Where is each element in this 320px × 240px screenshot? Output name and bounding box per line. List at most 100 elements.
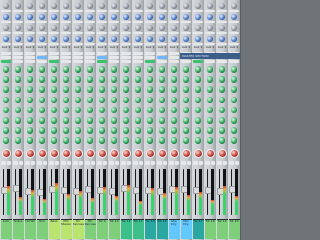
mute-button[interactable]: [73, 161, 78, 165]
aux-button[interactable]: [25, 43, 35, 45]
mute-button[interactable]: [49, 161, 54, 165]
insert-button[interactable]: [121, 56, 131, 60]
aux-button[interactable]: [37, 43, 47, 45]
aux-button[interactable]: [133, 43, 143, 45]
eq-knob[interactable]: [74, 86, 82, 93]
solo-button[interactable]: [114, 161, 119, 165]
aux-button[interactable]: [121, 43, 131, 45]
eq-knob[interactable]: [182, 86, 190, 93]
aux-button[interactable]: [61, 32, 71, 34]
aux-send-knob[interactable]: [27, 25, 33, 31]
aux-send-knob[interactable]: [231, 36, 237, 42]
eq-knob[interactable]: [206, 76, 214, 83]
insert-button[interactable]: [37, 56, 47, 60]
eq-knob[interactable]: [134, 76, 142, 83]
eq-knob[interactable]: [38, 117, 46, 124]
aux-send-knob[interactable]: [63, 36, 69, 42]
aux-button[interactable]: [145, 32, 155, 34]
aux-button[interactable]: [145, 21, 155, 23]
aux-send-knob[interactable]: [135, 36, 141, 42]
aux-button[interactable]: [73, 43, 83, 45]
eq-knob[interactable]: [122, 127, 130, 134]
aux-button[interactable]: [37, 21, 47, 23]
aux-send-knob[interactable]: [39, 3, 45, 9]
insert-button[interactable]: [157, 56, 167, 60]
eq-knob[interactable]: [122, 76, 130, 83]
insert-button[interactable]: [25, 60, 35, 64]
solo-button[interactable]: [102, 161, 107, 165]
eq-knob[interactable]: [98, 137, 106, 144]
eq-knob[interactable]: [170, 66, 178, 73]
insert-button[interactable]: [73, 60, 83, 64]
eq-knob[interactable]: [218, 86, 226, 93]
mute-button[interactable]: [97, 161, 102, 165]
insert-button[interactable]: [145, 52, 155, 55]
aux-button[interactable]: [25, 32, 35, 34]
aux-send-knob[interactable]: [159, 25, 165, 31]
aux-send-knob[interactable]: [231, 3, 237, 9]
aux-button[interactable]: [49, 10, 59, 12]
insert-button[interactable]: [97, 56, 107, 60]
aux-button[interactable]: [229, 43, 239, 45]
insert-button[interactable]: [193, 60, 203, 64]
eq-knob[interactable]: [50, 127, 58, 134]
eq-knob[interactable]: [146, 117, 154, 124]
eq-knob[interactable]: [146, 66, 154, 73]
eq-knob[interactable]: [134, 137, 142, 144]
eq-knob[interactable]: [26, 127, 34, 134]
insert-button[interactable]: [85, 52, 95, 55]
mute-button[interactable]: [157, 161, 162, 165]
aux-send-knob[interactable]: [99, 25, 105, 31]
insert-button[interactable]: [97, 60, 107, 64]
aux-send-knob[interactable]: [231, 14, 237, 20]
aux-button[interactable]: [37, 10, 47, 12]
insert-button[interactable]: [49, 60, 59, 64]
aux-button[interactable]: [61, 21, 71, 23]
solo-button[interactable]: [18, 161, 23, 165]
aux-send-knob[interactable]: [135, 25, 141, 31]
eq-knob[interactable]: [206, 66, 214, 73]
eq-knob[interactable]: [74, 66, 82, 73]
eq-knob[interactable]: [110, 117, 118, 124]
aux-button[interactable]: [169, 43, 179, 45]
eq-knob[interactable]: [2, 137, 10, 144]
aux-button[interactable]: [109, 43, 119, 45]
aux-send-knob[interactable]: [171, 36, 177, 42]
eq-knob[interactable]: [230, 137, 238, 144]
aux-button[interactable]: [85, 43, 95, 45]
solo-button[interactable]: [150, 161, 155, 165]
aux-send-knob[interactable]: [207, 14, 213, 20]
aux-button[interactable]: [73, 10, 83, 12]
eq-knob[interactable]: [194, 117, 202, 124]
eq-knob[interactable]: [62, 76, 70, 83]
eq-knob[interactable]: [230, 127, 238, 134]
aux-send-knob[interactable]: [195, 3, 201, 9]
solo-button[interactable]: [198, 161, 203, 165]
insert-button[interactable]: [25, 52, 35, 55]
aux-button[interactable]: [13, 43, 23, 45]
insert-button[interactable]: [133, 60, 143, 64]
aux-send-knob[interactable]: [51, 14, 57, 20]
eq-knob[interactable]: [14, 137, 22, 144]
aux-send-knob[interactable]: [207, 3, 213, 9]
aux-send-knob[interactable]: [63, 14, 69, 20]
eq-knob[interactable]: [206, 117, 214, 124]
aux-button[interactable]: [217, 32, 227, 34]
aux-send-knob[interactable]: [111, 25, 117, 31]
eq-knob[interactable]: [86, 127, 94, 134]
eq-knob[interactable]: [50, 137, 58, 144]
aux-send-knob[interactable]: [159, 3, 165, 9]
aux-send-knob[interactable]: [3, 14, 9, 20]
solo-button[interactable]: [42, 161, 47, 165]
insert-button[interactable]: [109, 60, 119, 64]
aux-send-knob[interactable]: [195, 14, 201, 20]
solo-button[interactable]: [66, 161, 71, 165]
aux-button[interactable]: [121, 10, 131, 12]
aux-button[interactable]: [205, 10, 215, 12]
mute-button[interactable]: [1, 161, 6, 165]
aux-send-knob[interactable]: [15, 36, 21, 42]
eq-knob[interactable]: [182, 66, 190, 73]
mute-button[interactable]: [205, 161, 210, 165]
eq-knob[interactable]: [26, 66, 34, 73]
aux-button[interactable]: [181, 32, 191, 34]
